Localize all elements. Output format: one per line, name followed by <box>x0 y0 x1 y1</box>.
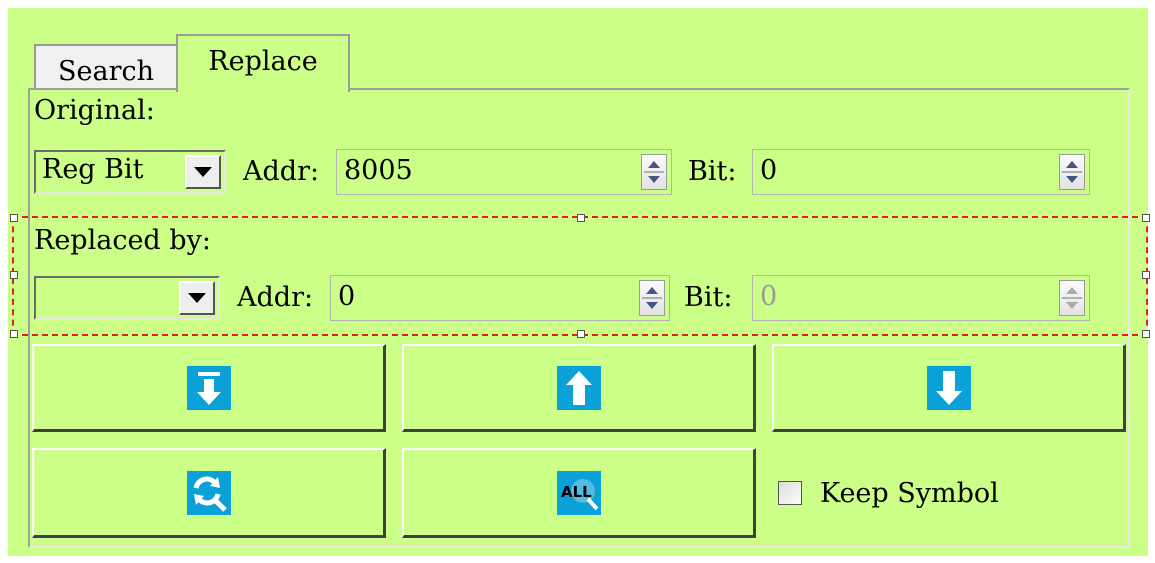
replace-all-icon: ALL <box>556 470 601 515</box>
spin-up-icon[interactable] <box>648 161 660 168</box>
original-section-label: Original: <box>34 95 155 126</box>
replaced-addr-label: Addr: <box>237 282 314 313</box>
keep-symbol-label[interactable]: Keep Symbol <box>820 479 999 509</box>
replaced-bit-field: 0 <box>752 275 1090 321</box>
replace-all-icon-text: ALL <box>561 483 592 501</box>
original-bit-label: Bit: <box>688 156 737 187</box>
original-bit-field[interactable]: 0 <box>752 149 1090 195</box>
replaced-addr-value: 0 <box>338 281 356 312</box>
spin-down-icon[interactable] <box>1066 176 1078 183</box>
tab-replace-label: Replace <box>208 45 318 77</box>
spin-up-icon[interactable] <box>1066 161 1078 168</box>
replaced-bit-spinner <box>1059 280 1085 316</box>
tab-search[interactable]: Search <box>34 44 178 90</box>
find-previous-button[interactable] <box>402 344 756 432</box>
spin-down-icon <box>1066 302 1078 309</box>
find-first-button[interactable] <box>32 344 386 432</box>
original-addr-field[interactable]: 8005 <box>336 149 672 195</box>
original-addr-spinner[interactable] <box>641 154 667 190</box>
replaced-type-dropdown[interactable] <box>34 276 220 320</box>
arrow-down-icon <box>926 365 971 410</box>
tab-search-label: Search <box>58 55 154 87</box>
replace-button[interactable] <box>32 448 386 538</box>
keep-symbol-checkbox[interactable] <box>778 481 802 505</box>
original-type-value: Reg Bit <box>42 154 144 185</box>
find-next-button[interactable] <box>772 344 1126 432</box>
replaced-bit-label: Bit: <box>684 282 733 313</box>
spin-up-icon[interactable] <box>646 287 658 294</box>
replaced-addr-field[interactable]: 0 <box>330 275 670 321</box>
chevron-down-icon[interactable] <box>179 281 215 315</box>
arrow-up-icon <box>556 365 601 410</box>
original-bit-value: 0 <box>760 155 778 186</box>
spin-down-icon[interactable] <box>646 302 658 309</box>
chevron-down-icon[interactable] <box>185 155 221 189</box>
original-addr-value: 8005 <box>344 155 413 186</box>
spin-up-icon <box>1066 287 1078 294</box>
replaced-bit-value: 0 <box>760 281 778 312</box>
arrow-down-to-bar-icon <box>186 365 231 410</box>
replace-magnifier-icon <box>186 470 231 515</box>
original-addr-label: Addr: <box>243 156 320 187</box>
original-type-dropdown[interactable]: Reg Bit <box>34 150 226 194</box>
replace-all-button[interactable]: ALL <box>402 448 756 538</box>
tab-replace[interactable]: Replace <box>176 34 350 92</box>
spin-down-icon[interactable] <box>648 176 660 183</box>
replaced-by-section-label: Replaced by: <box>34 225 211 256</box>
replaced-addr-spinner[interactable] <box>639 280 665 316</box>
original-bit-spinner[interactable] <box>1059 154 1085 190</box>
